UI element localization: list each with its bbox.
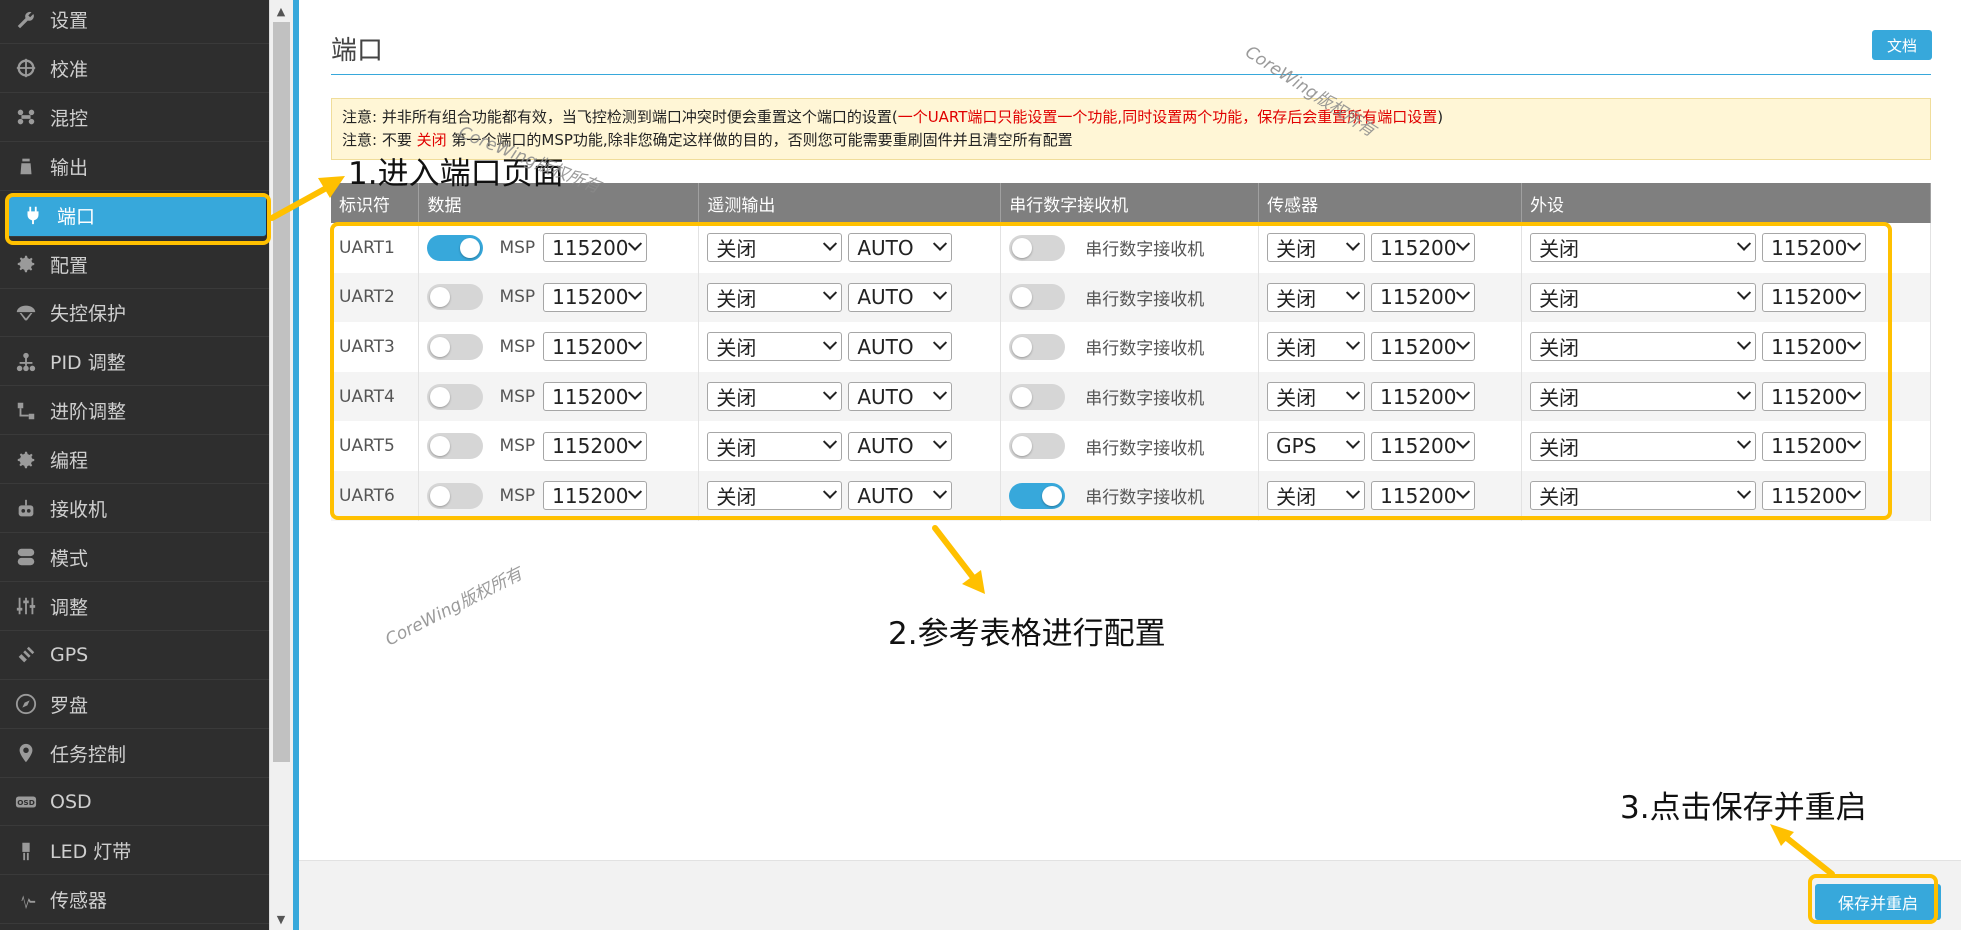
highlight-save-button — [1808, 874, 1938, 924]
sidebar-item-11[interactable]: 模式 — [0, 534, 269, 582]
sidebar-item-13[interactable]: GPS — [0, 632, 269, 680]
sidebar-item-label: OSD — [50, 790, 92, 813]
notice-box: 注意: 并非所有组合功能都有效，当飞控检测到端口冲突时便会重置这个端口的设置(一… — [331, 98, 1931, 160]
footer-bar — [299, 860, 1961, 930]
sidebar-item-0[interactable]: 设置 — [0, 0, 269, 44]
sidebar-item-1[interactable]: 校准 — [0, 45, 269, 93]
sidebar-item-label: 罗盘 — [50, 694, 89, 717]
sidebar-item-5[interactable]: 配置 — [0, 241, 269, 289]
gear-icon — [14, 448, 38, 472]
sidebar-item-label: 任务控制 — [50, 743, 127, 766]
sidebar-item-8[interactable]: 进阶调整 — [0, 387, 269, 436]
sidebar-item-label: 模式 — [50, 547, 89, 570]
scroll-down-arrow-icon[interactable]: ▼ — [270, 910, 292, 928]
advanced-tuning-icon — [14, 399, 38, 423]
sidebar-item-label: 输出 — [50, 156, 89, 179]
scroll-thumb[interactable] — [273, 22, 290, 762]
docs-button[interactable]: 文档 — [1872, 30, 1932, 60]
page-title: 端口 — [331, 36, 384, 66]
sidebar-scrollbar[interactable]: ▲ ▼ — [269, 0, 293, 930]
sidebar-item-9[interactable]: 编程 — [0, 436, 269, 485]
toggle-icon — [14, 545, 38, 569]
sidebar-item-7[interactable]: PID 调整 — [0, 338, 269, 387]
sidebar-item-label: 编程 — [50, 450, 89, 473]
led-icon — [14, 839, 38, 863]
sidebar-item-label: PID 调整 — [50, 352, 126, 375]
sidebar-item-10[interactable]: 接收机 — [0, 485, 269, 533]
sidebar-item-2[interactable]: 混控 — [0, 94, 269, 142]
column-header: 传感器 — [1258, 183, 1523, 223]
sidebar-item-label: 配置 — [50, 254, 89, 277]
sidebar-item-3[interactable]: 输出 — [0, 143, 269, 191]
mixer-icon — [14, 105, 38, 129]
sidebar-item-label: 设置 — [50, 10, 89, 32]
sidebar-item-label: 失控保护 — [50, 303, 127, 326]
sidebar-item-label: 混控 — [50, 107, 89, 130]
svg-text:OSD: OSD — [17, 798, 35, 807]
sidebar-item-label: GPS — [50, 644, 89, 667]
app-window: 设置校准混控输出 端口配置失控保护 PID 调整 进阶调整编程接收机模式调整 GPS 罗盘… — [0, 0, 1961, 930]
receiver-icon — [14, 497, 38, 521]
map-pin-icon — [14, 741, 38, 765]
notice-text: 注意: 不要 — [342, 131, 417, 149]
satellite-icon — [14, 643, 38, 667]
compass-icon — [14, 692, 38, 716]
sidebar: 设置 校准 混控 输出 端口 配置 失控保护 PID 调整 进阶调整 编程 接收机 模式 调整 GPS 罗盘… — [0, 0, 269, 930]
sidebar-item-14[interactable]: 罗盘 — [0, 681, 269, 729]
sidebar-item-15[interactable]: 任务控制 — [0, 730, 269, 778]
pulse-icon — [14, 888, 38, 912]
notice-text: 注意: 并非所有组合功能都有效，当飞控检测到端口冲突时便会重置这个端口的设置( — [342, 108, 898, 126]
sidebar-item-label: 接收机 — [50, 499, 108, 521]
sidebar-item-17[interactable]: LED 灯带 — [0, 827, 269, 876]
sidebar-item-label: 调整 — [50, 596, 89, 619]
osd-icon: OSD — [14, 790, 38, 814]
notice-warning-text: 关闭 — [416, 131, 447, 149]
sidebar-item-label: 进阶调整 — [50, 401, 127, 424]
sidebar-item-16[interactable]: OSD OSD — [0, 778, 269, 827]
scroll-up-arrow-icon[interactable]: ▲ — [270, 2, 292, 20]
pid-icon — [14, 350, 38, 374]
annotation-step-3: 3.点击保存并重启 — [1620, 790, 1867, 826]
sidebar-item-6[interactable]: 失控保护 — [0, 289, 269, 338]
column-header: 外设 — [1521, 183, 1931, 223]
column-header: 串行数字接收机 — [1000, 183, 1260, 223]
annotation-step-2: 2.参考表格进行配置 — [888, 616, 1166, 652]
table-header-row: 标识符 数据 遥测输出 串行数字接收机 传感器 外设 — [331, 183, 1931, 223]
title-divider — [331, 74, 1931, 75]
gear-icon — [14, 252, 38, 276]
motor-icon — [14, 154, 38, 178]
notice-text: ) — [1437, 108, 1444, 126]
parachute-icon — [14, 301, 38, 325]
wrench-icon — [14, 8, 38, 32]
highlight-ports-table — [330, 222, 1892, 520]
notice-line-2: 注意: 不要 关闭 第一个端口的MSP功能,除非您确定这样做的目的，否则您可能需… — [342, 129, 1920, 152]
notice-text: 第一个端口的MSP功能,除非您确定这样做的目的，否则您可能需要重刷固件并且清空所… — [446, 131, 1073, 149]
column-header: 遥测输出 — [698, 183, 1002, 223]
highlight-ports-nav — [5, 193, 271, 245]
sidebar-item-label: LED 灯带 — [50, 841, 132, 864]
sliders-icon — [14, 594, 38, 618]
crosshair-icon — [14, 56, 38, 80]
sidebar-item-12[interactable]: 调整 — [0, 583, 269, 631]
sidebar-item-label: 校准 — [50, 58, 89, 81]
notice-line-1: 注意: 并非所有组合功能都有效，当飞控检测到端口冲突时便会重置这个端口的设置(一… — [342, 106, 1920, 129]
sidebar-item-label: 传感器 — [50, 890, 108, 913]
sidebar-item-18[interactable]: 传感器 — [0, 876, 269, 925]
